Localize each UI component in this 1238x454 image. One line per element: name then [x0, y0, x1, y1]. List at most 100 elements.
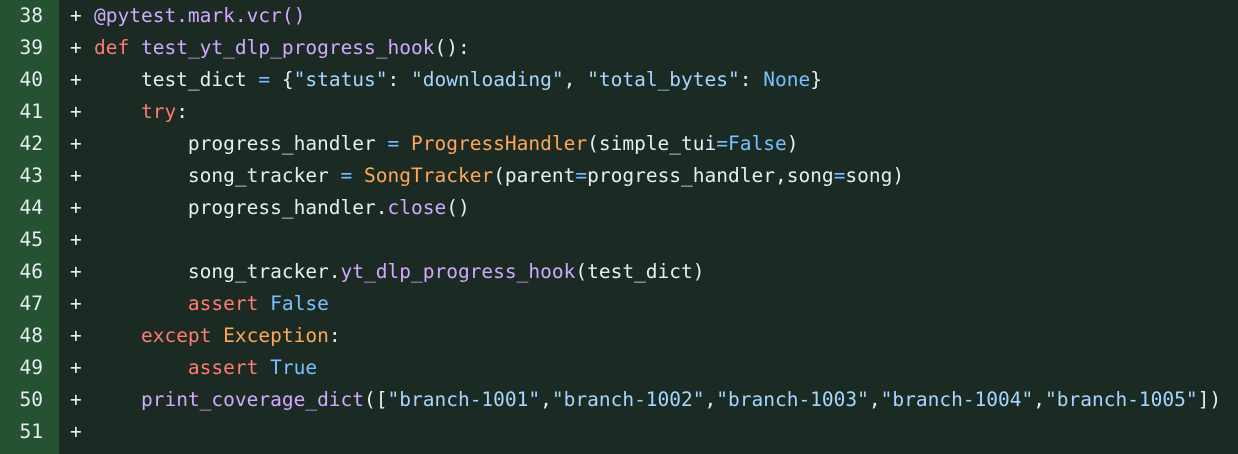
code-token: () — [446, 196, 470, 219]
diff-line[interactable]: 50 + print_coverage_dict(["branch-1001","… — [0, 384, 1238, 416]
code-content: def test_yt_dlp_progress_hook(): — [94, 32, 470, 64]
code-token: = — [340, 164, 353, 187]
diff-line[interactable]: 46 + song_tracker.yt_dlp_progress_hook(te… — [0, 256, 1238, 288]
code-token: print_coverage_dict — [140, 388, 365, 411]
line-number[interactable]: 49 — [0, 352, 43, 384]
code-token: yt_dlp_progress_hook — [340, 260, 576, 283]
code-token: song_tracker. — [94, 260, 341, 283]
code-content: song_tracker = SongTracker(parent=progre… — [94, 160, 904, 192]
code-token: "downloading" — [411, 68, 564, 91]
code-token: progress_handler. — [94, 196, 388, 219]
added-line-marker: + — [70, 196, 82, 219]
code-token: except — [140, 324, 212, 347]
code-token: , — [704, 388, 717, 411]
line-number[interactable]: 47 — [0, 288, 43, 320]
code-token: : — [176, 100, 188, 123]
line-number[interactable]: 39 — [0, 32, 43, 64]
code-token: assert — [187, 356, 259, 379]
line-number[interactable]: 46 — [0, 256, 43, 288]
code-token: = — [716, 132, 728, 155]
diff-line[interactable]: 47 + assert False — [0, 288, 1238, 320]
line-number[interactable]: 45 — [0, 224, 43, 256]
diff-lines: 38 + @pytest.mark.vcr() 39 + def test_yt_dlp_… — [0, 0, 1238, 448]
code-token: } — [810, 68, 822, 91]
diff-line[interactable]: 39 + def test_yt_dlp_progress_hook(): — [0, 32, 1238, 64]
diff-line[interactable]: 41 + try: — [0, 96, 1238, 128]
code-token: ProgressHandler — [411, 132, 588, 155]
code-token: = — [387, 132, 400, 155]
code-token: (): — [434, 36, 470, 59]
code-token: progress_handler,song — [587, 164, 834, 187]
code-token: "branch-1003" — [716, 388, 869, 411]
code-token: song) — [845, 164, 905, 187]
code-content: assert False — [94, 288, 329, 320]
line-number[interactable]: 51 — [0, 416, 43, 448]
code-token: test_yt_dlp_progress_hook — [140, 36, 435, 59]
diff-line[interactable]: 40 + test_dict = {"status": "downloading"… — [0, 64, 1238, 96]
code-token: = — [575, 164, 588, 187]
added-line-marker: + — [70, 4, 82, 27]
added-line-marker: + — [70, 324, 82, 347]
added-line-marker: + — [70, 132, 82, 155]
code-token: ]) — [1197, 388, 1222, 411]
code-token: "branch-1002" — [551, 388, 705, 411]
diff-line[interactable]: 49 + assert True — [0, 352, 1238, 384]
code-token: ) — [786, 132, 799, 155]
code-token: False — [270, 292, 329, 315]
code-token: close — [387, 196, 447, 219]
code-token: song_tracker — [94, 164, 341, 187]
added-line-marker: + — [70, 164, 82, 187]
added-line-marker: + — [70, 292, 82, 315]
code-token: SongTracker — [364, 164, 494, 187]
diff-line[interactable]: 38 + @pytest.mark.vcr() — [0, 0, 1238, 32]
code-content: except Exception: — [94, 320, 341, 352]
diff-line[interactable]: 45 + — [0, 224, 1238, 256]
added-line-marker: + — [70, 388, 82, 411]
diff-line[interactable]: 44 + progress_handler.close() — [0, 192, 1238, 224]
added-line-marker: + — [70, 260, 82, 283]
code-token: False — [728, 132, 787, 155]
code-content: @pytest.mark.vcr() — [94, 0, 305, 32]
diff-line[interactable]: 51 + — [0, 416, 1238, 448]
line-number[interactable]: 40 — [0, 64, 43, 96]
code-token: , — [563, 68, 588, 91]
code-token: assert — [187, 292, 259, 315]
code-token: , — [868, 388, 881, 411]
line-number[interactable]: 41 — [0, 96, 43, 128]
diff-line[interactable]: 48 + except Exception: — [0, 320, 1238, 352]
code-token: def — [94, 36, 130, 59]
code-content: progress_handler.close() — [94, 192, 470, 224]
code-token: = — [833, 164, 846, 187]
line-number[interactable]: 44 — [0, 192, 43, 224]
code-token: (test_dict) — [575, 260, 705, 283]
code-token: "branch-1005" — [1045, 388, 1198, 411]
added-line-marker: + — [70, 36, 82, 59]
line-number[interactable]: 48 — [0, 320, 43, 352]
line-number[interactable]: 50 — [0, 384, 43, 416]
added-line-marker: + — [70, 100, 82, 123]
line-number[interactable]: 43 — [0, 160, 43, 192]
code-token: = — [258, 68, 271, 91]
code-content: print_coverage_dict(["branch-1001","bran… — [94, 384, 1221, 416]
line-number[interactable]: 42 — [0, 128, 43, 160]
code-token: (parent — [493, 164, 576, 187]
line-number[interactable]: 38 — [0, 0, 43, 32]
code-token: ([ — [364, 388, 388, 411]
added-line-marker: + — [70, 356, 82, 379]
code-token: test_dict — [94, 68, 259, 91]
code-token: "branch-1004" — [880, 388, 1034, 411]
code-content: song_tracker.yt_dlp_progress_hook(test_d… — [94, 256, 705, 288]
diff-line[interactable]: 43 + song_tracker = SongTracker(parent=pr… — [0, 160, 1238, 192]
code-token: try — [140, 100, 177, 123]
diff-line[interactable]: 42 + progress_handler = ProgressHandler(s… — [0, 128, 1238, 160]
code-token: { — [270, 68, 294, 91]
